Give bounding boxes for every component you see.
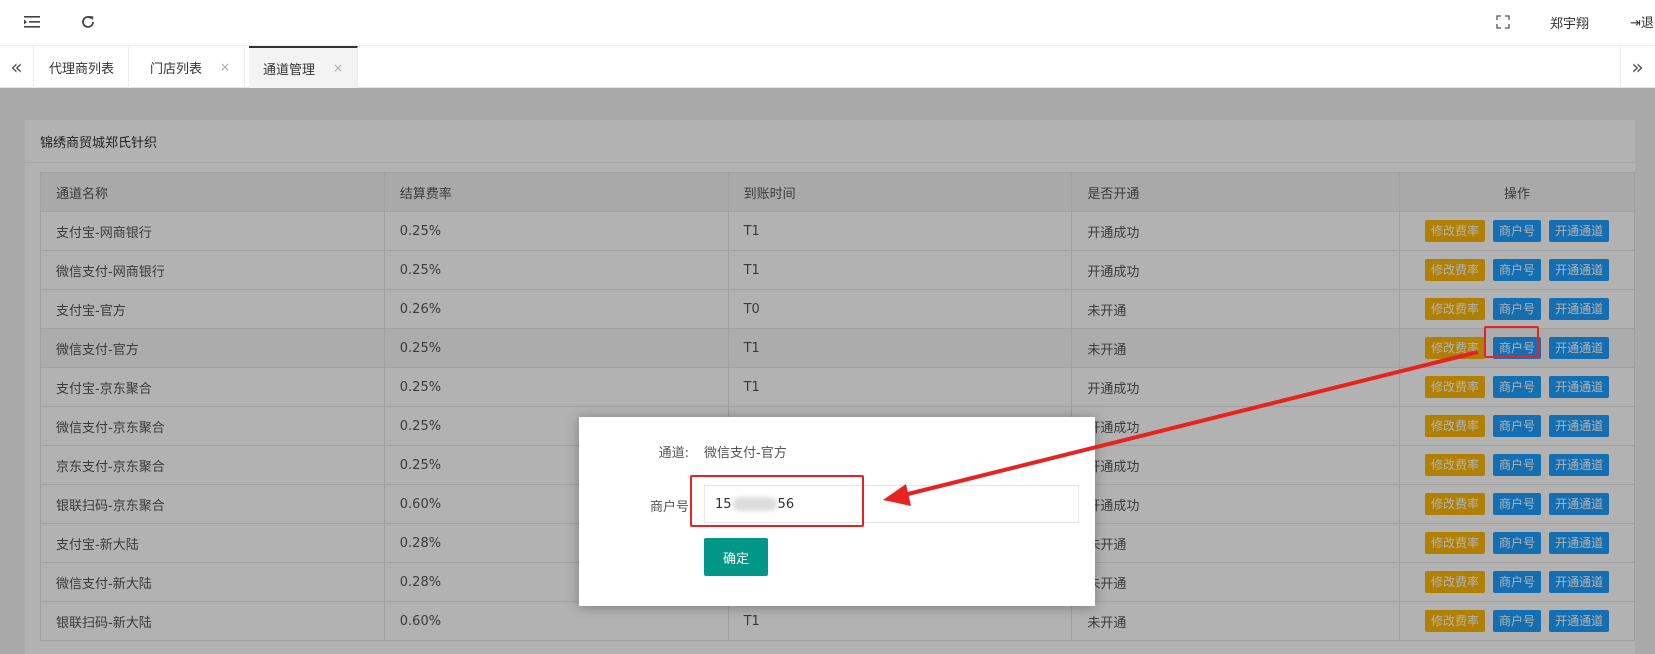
annotation-highlight-button <box>1484 326 1539 358</box>
tab-label: 通道管理 <box>263 62 316 78</box>
merchant-number-label: 商户号 <box>649 500 689 515</box>
tab-close-icon[interactable]: × <box>333 61 343 75</box>
tab-bar: « 代理商列表 门店列表 × 通道管理 × » <box>0 46 1655 88</box>
confirm-button[interactable]: 确定 <box>704 538 768 576</box>
channel-label: 通道: <box>658 446 689 461</box>
tabs-scroll-left-icon[interactable]: « <box>0 46 34 88</box>
annotation-highlight-input <box>690 475 864 527</box>
channel-value: 微信支付-官方 <box>704 446 787 461</box>
tab-store-list[interactable]: 门店列表 × <box>136 46 246 88</box>
fullscreen-icon[interactable] <box>1493 12 1513 32</box>
tabs-scroll-right-icon[interactable]: » <box>1620 46 1654 88</box>
logout-link[interactable]: ⇥退 <box>1630 12 1654 31</box>
tab-agent-list[interactable]: 代理商列表 <box>35 46 130 88</box>
refresh-icon[interactable] <box>78 12 98 32</box>
tab-channel-management[interactable]: 通道管理 × <box>249 46 359 88</box>
tab-close-icon[interactable]: × <box>220 60 230 74</box>
logout-label: 退 <box>1640 16 1654 31</box>
tab-label: 门店列表 <box>150 61 203 77</box>
user-name[interactable]: 郑宇翔 <box>1550 13 1589 32</box>
logout-icon: ⇥ <box>1630 16 1641 31</box>
menu-collapse-icon[interactable] <box>22 12 42 32</box>
top-header: 郑宇翔 ⇥退 <box>0 0 1655 46</box>
tab-label: 代理商列表 <box>49 61 115 77</box>
